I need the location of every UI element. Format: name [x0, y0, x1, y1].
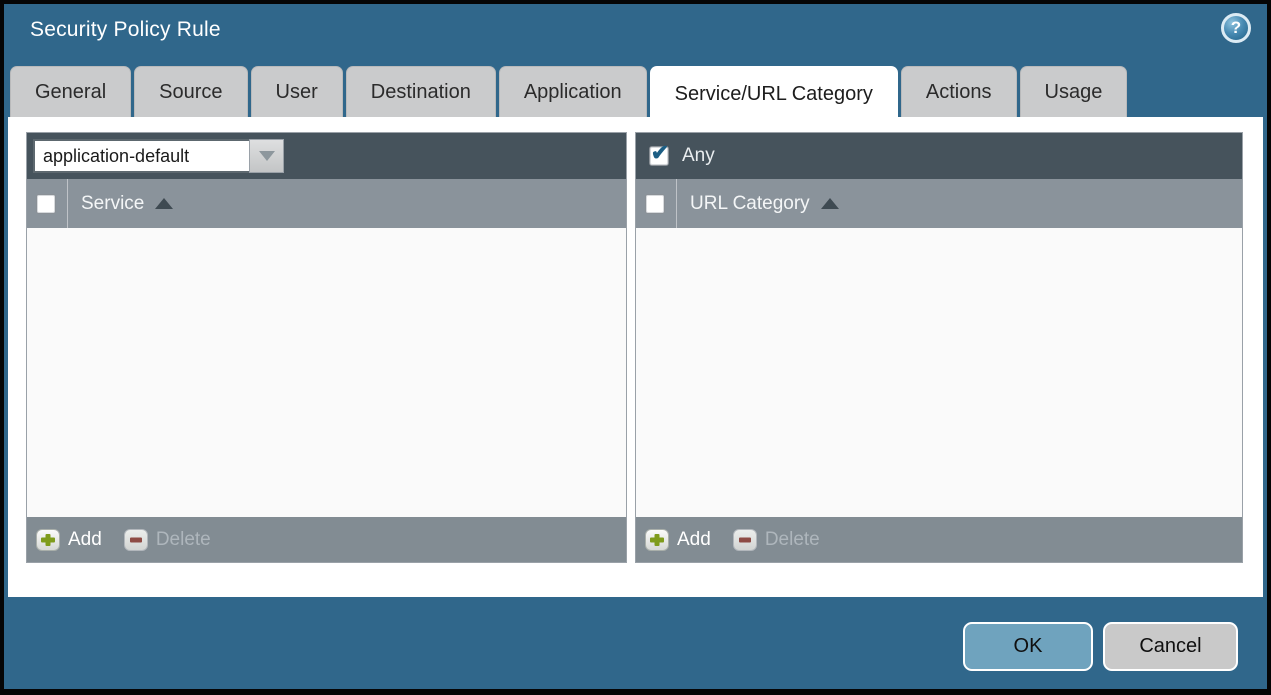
ok-button[interactable]: OK	[963, 622, 1093, 671]
service-column-label: Service	[81, 192, 145, 214]
url-category-column-label: URL Category	[690, 192, 810, 214]
help-icon[interactable]: ?	[1221, 13, 1251, 43]
url-category-add-button[interactable]: Add	[645, 528, 711, 551]
checkmark-icon: ✔	[650, 140, 670, 165]
plus-icon	[645, 528, 669, 551]
service-type-input[interactable]	[33, 139, 249, 173]
url-category-table-body[interactable]	[636, 228, 1242, 517]
sort-ascending-icon	[155, 198, 174, 209]
service-column-header[interactable]: Service	[67, 179, 174, 228]
service-type-combobox	[33, 139, 284, 173]
tab-label: Actions	[925, 80, 992, 103]
add-button-label: Add	[68, 528, 102, 550]
plus-icon	[36, 528, 60, 551]
tab-source[interactable]: Source	[134, 66, 248, 117]
security-policy-rule-dialog: Security Policy Rule ? General Source Us…	[4, 4, 1267, 689]
minus-icon	[123, 528, 148, 551]
service-add-button[interactable]: Add	[36, 528, 102, 551]
tab-destination[interactable]: Destination	[345, 66, 496, 117]
tab-label: Destination	[370, 80, 471, 103]
tab-label: Application	[523, 80, 622, 103]
tab-actions[interactable]: Actions	[900, 66, 1017, 117]
tab-general[interactable]: General	[10, 66, 132, 117]
minus-icon	[732, 528, 757, 551]
tab-label: General	[35, 80, 107, 103]
any-row: ✔ Any	[642, 142, 715, 167]
tab-label: User	[275, 80, 318, 103]
delete-button-label: Delete	[155, 528, 211, 550]
tab-user[interactable]: User	[250, 66, 343, 117]
tab-application[interactable]: Application	[498, 66, 647, 117]
tab-label: Source	[159, 80, 223, 103]
tab-label: Usage	[1044, 80, 1103, 103]
url-category-delete-button[interactable]: Delete	[732, 528, 820, 551]
url-category-panel-footer: Add Delete	[636, 517, 1242, 562]
cancel-button[interactable]: Cancel	[1103, 622, 1238, 671]
service-type-dropdown-button[interactable]	[249, 139, 284, 173]
tab-usage[interactable]: Usage	[1019, 66, 1128, 117]
service-panel: Service Add Delete	[26, 132, 627, 563]
url-category-select-all-checkbox[interactable]	[645, 193, 665, 214]
url-category-panel-toolbar: ✔ Any	[636, 133, 1242, 179]
service-panel-footer: Add Delete	[27, 517, 626, 562]
sort-ascending-icon	[820, 198, 839, 209]
any-checkbox[interactable]: ✔	[649, 142, 669, 166]
any-label: Any	[682, 145, 715, 166]
service-table-body[interactable]	[27, 228, 626, 517]
service-delete-button[interactable]: Delete	[123, 528, 211, 551]
add-button-label: Add	[677, 528, 711, 550]
title-bar: Security Policy Rule ?	[4, 4, 1267, 64]
tab-label: Service/URL Category	[674, 83, 873, 105]
dialog-title: Security Policy Rule	[30, 18, 221, 41]
service-select-all-checkbox[interactable]	[36, 193, 56, 214]
tab-content-area: Service Add Delete	[8, 117, 1263, 597]
service-panel-toolbar	[27, 133, 626, 179]
url-category-table-header: URL Category	[636, 179, 1242, 228]
service-table-header: Service	[27, 179, 626, 228]
chevron-down-icon	[258, 151, 275, 161]
tab-strip: General Source User Destination Applicat…	[10, 66, 1128, 122]
delete-button-label: Delete	[764, 528, 820, 550]
url-category-column-header[interactable]: URL Category	[676, 179, 839, 228]
url-category-panel: ✔ Any URL Category Add Delete	[635, 132, 1243, 563]
tab-service-url-category[interactable]: Service/URL Category	[649, 66, 898, 122]
help-glyph: ?	[1230, 18, 1242, 37]
